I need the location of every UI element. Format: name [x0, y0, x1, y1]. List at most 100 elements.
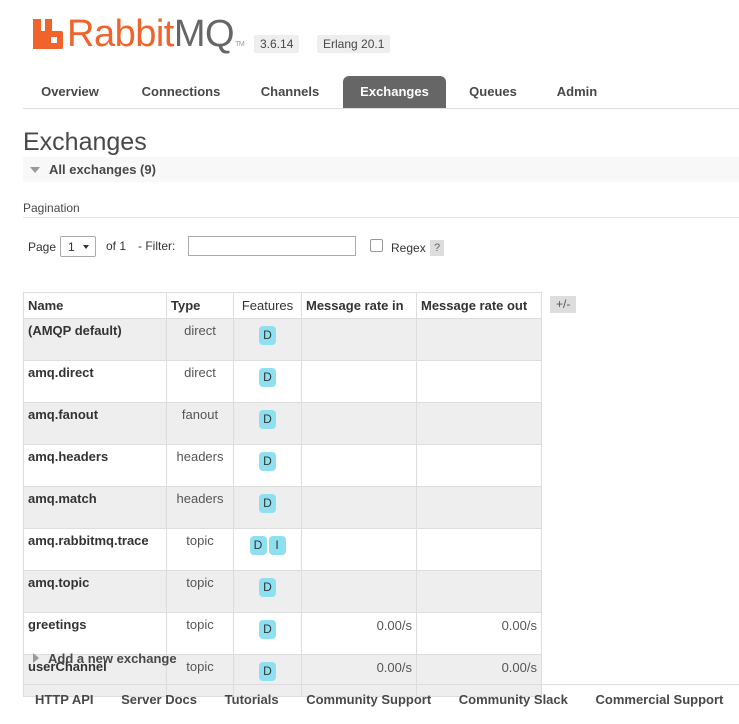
- exchange-name-link[interactable]: amq.topic: [23, 570, 167, 613]
- internal-badge: I: [268, 536, 286, 555]
- exchange-type: topic: [166, 528, 234, 571]
- tab-queues[interactable]: Queues: [453, 76, 533, 108]
- features-cell: D: [233, 444, 302, 487]
- chevron-down-icon: [83, 245, 89, 249]
- footer-divider: [23, 684, 739, 685]
- footer-link-community-slack[interactable]: Community Slack: [459, 692, 568, 707]
- features-cell: D: [233, 318, 302, 361]
- rate-out-cell: [416, 570, 542, 613]
- tab-connections[interactable]: Connections: [123, 76, 239, 108]
- features-cell: D: [233, 402, 302, 445]
- logo-text-rabbit: Rabbit: [67, 13, 174, 55]
- page-count-label: of 1: [106, 239, 127, 253]
- exchange-name-link[interactable]: amq.match: [23, 486, 167, 529]
- rate-out-cell: [416, 444, 542, 487]
- table-row: amq.headers headers D: [23, 444, 542, 487]
- rate-out-cell: [416, 528, 542, 571]
- rate-in-cell: [301, 486, 417, 529]
- rabbitmq-version-badge: 3.6.14: [254, 35, 300, 53]
- header-rate-out: Message rate out: [416, 292, 542, 319]
- durable-badge: D: [259, 578, 276, 597]
- durable-badge: D: [259, 494, 276, 513]
- page-title: Exchanges: [23, 128, 147, 156]
- rate-in-cell: [301, 444, 417, 487]
- table-row: greetings topic D 0.00/s 0.00/s: [23, 612, 542, 655]
- rate-in-cell: [301, 360, 417, 403]
- table-row: amq.fanout fanout D: [23, 402, 542, 445]
- durable-badge: D: [249, 536, 267, 555]
- rate-in-cell: 0.00/s: [301, 654, 417, 697]
- footer-link-commercial-support[interactable]: Commercial Support: [596, 692, 724, 707]
- durable-badge: D: [259, 368, 276, 387]
- all-exchanges-toggle[interactable]: All exchanges (9): [23, 157, 739, 182]
- pagination-heading: Pagination: [23, 201, 80, 215]
- features-cell: D: [233, 486, 302, 529]
- exchange-name-link[interactable]: amq.direct: [23, 360, 167, 403]
- header: RabbitMQTM 3.6.14 Erlang 20.1: [33, 14, 733, 54]
- exchange-name-link[interactable]: amq.headers: [23, 444, 167, 487]
- rate-in-cell: [301, 570, 417, 613]
- table-row: (AMQP default) direct D: [23, 318, 542, 361]
- footer-link-server-docs[interactable]: Server Docs: [121, 692, 197, 707]
- tab-channels[interactable]: Channels: [245, 76, 335, 108]
- exchange-type: headers: [166, 486, 234, 529]
- table-row: amq.match headers D: [23, 486, 542, 529]
- regex-checkbox[interactable]: [370, 239, 383, 252]
- table-row: amq.topic topic D: [23, 570, 542, 613]
- page-select-value: 1: [68, 240, 75, 254]
- pagination-divider: [23, 217, 739, 218]
- rate-out-cell: [416, 360, 542, 403]
- durable-badge: D: [259, 326, 276, 345]
- collapse-arrow-icon: [30, 167, 40, 173]
- filter-input[interactable]: [188, 236, 356, 256]
- tab-exchanges[interactable]: Exchanges: [343, 76, 446, 108]
- exchanges-table: Name Type Features Message rate in Messa…: [23, 292, 542, 697]
- rabbitmq-logo-icon: [33, 19, 63, 49]
- footer-link-community-support[interactable]: Community Support: [306, 692, 431, 707]
- durable-badge: D: [259, 620, 276, 639]
- rate-out-cell: [416, 486, 542, 529]
- add-exchange-label: Add a new exchange: [48, 651, 177, 666]
- rate-in-cell: [301, 402, 417, 445]
- features-cell: D: [233, 360, 302, 403]
- exchange-type: headers: [166, 444, 234, 487]
- rate-out-cell: 0.00/s: [416, 654, 542, 697]
- header-name[interactable]: Name: [23, 292, 167, 319]
- erlang-version-badge: Erlang 20.1: [317, 35, 391, 53]
- all-exchanges-label: All exchanges (9): [49, 162, 156, 177]
- exchange-name-link[interactable]: amq.fanout: [23, 402, 167, 445]
- footer: HTTP API Server Docs Tutorials Community…: [35, 692, 739, 712]
- exchange-type: direct: [166, 360, 234, 403]
- logo-text: RabbitMQTM: [67, 13, 245, 65]
- add-exchange-toggle[interactable]: Add a new exchange: [33, 651, 177, 666]
- tab-overview[interactable]: Overview: [23, 76, 117, 108]
- exchange-name-link[interactable]: amq.rabbitmq.trace: [23, 528, 167, 571]
- regex-help-button[interactable]: ?: [430, 240, 444, 256]
- rabbitmq-logo[interactable]: RabbitMQTM: [33, 13, 245, 65]
- exchange-name-link[interactable]: (AMQP default): [23, 318, 167, 361]
- page-select[interactable]: 1: [60, 236, 96, 257]
- rate-out-cell: 0.00/s: [416, 612, 542, 655]
- exchange-type: direct: [166, 318, 234, 361]
- header-rate-in: Message rate in: [301, 292, 417, 319]
- header-features: Features: [233, 292, 302, 319]
- table-header-row: Name Type Features Message rate in Messa…: [23, 292, 542, 319]
- expand-arrow-icon: [33, 653, 39, 663]
- regex-label: Regex: [391, 241, 426, 255]
- features-cell: D: [233, 570, 302, 613]
- tab-admin[interactable]: Admin: [541, 76, 613, 108]
- exchange-type: topic: [166, 612, 234, 655]
- features-cell: D: [233, 612, 302, 655]
- header-type[interactable]: Type: [166, 292, 234, 319]
- exchange-type: fanout: [166, 402, 234, 445]
- durable-badge: D: [259, 410, 276, 429]
- features-cell: D: [233, 654, 302, 697]
- exchange-name-link[interactable]: greetings: [23, 612, 167, 655]
- durable-badge: D: [259, 662, 276, 681]
- footer-link-http-api[interactable]: HTTP API: [35, 692, 94, 707]
- footer-link-tutorials[interactable]: Tutorials: [225, 692, 279, 707]
- filter-label: - Filter:: [138, 239, 176, 253]
- toggle-columns-button[interactable]: +/-: [550, 296, 577, 313]
- page-label: Page: [28, 240, 57, 254]
- features-cell: DI: [233, 528, 302, 571]
